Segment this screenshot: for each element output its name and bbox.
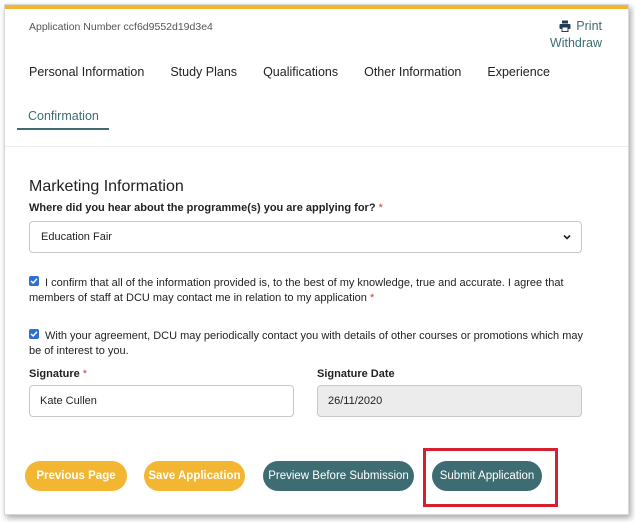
submit-highlight-box xyxy=(423,448,558,507)
tab-experience[interactable]: Experience xyxy=(487,65,550,79)
section-title: Marketing Information xyxy=(29,178,184,195)
previous-page-button[interactable]: Previous Page xyxy=(25,461,127,491)
application-window: Application Number ccf6d9552d19d3e4 Prin… xyxy=(4,4,629,515)
tab-study-plans[interactable]: Study Plans xyxy=(170,65,237,79)
confirm-accuracy-text: I confirm that all of the information pr… xyxy=(29,277,564,304)
tab-divider xyxy=(5,146,628,147)
top-accent-stripe xyxy=(5,5,628,9)
marketing-consent-row: With your agreement, DCU may periodicall… xyxy=(29,329,584,359)
required-asterisk: * xyxy=(369,292,375,304)
printer-icon xyxy=(559,20,571,32)
chevron-down-icon xyxy=(563,234,571,240)
tab-other-information[interactable]: Other Information xyxy=(364,65,461,79)
active-tab-indicator xyxy=(17,128,109,130)
preview-before-submission-button[interactable]: Preview Before Submission xyxy=(263,461,414,491)
marketing-question-label: Where did you hear about the programme(s… xyxy=(29,202,383,214)
tab-personal-information[interactable]: Personal Information xyxy=(29,65,144,79)
signature-date-input xyxy=(317,385,582,417)
signature-input[interactable] xyxy=(29,385,294,417)
tab-bar: Personal Information Study Plans Qualifi… xyxy=(29,65,576,79)
signature-label-text: Signature xyxy=(29,368,80,380)
tab-confirmation[interactable]: Confirmation xyxy=(28,109,99,123)
marketing-consent-text: With your agreement, DCU may periodicall… xyxy=(29,330,584,357)
checkmark-icon xyxy=(30,278,38,285)
required-asterisk: * xyxy=(378,202,383,214)
print-button[interactable]: Print xyxy=(559,19,602,33)
marketing-source-value: Education Fair xyxy=(41,231,112,243)
confirm-accuracy-row: I confirm that all of the information pr… xyxy=(29,276,584,306)
print-label: Print xyxy=(576,19,602,33)
save-application-button[interactable]: Save Application xyxy=(144,461,245,491)
application-number: Application Number ccf6d9552d19d3e4 xyxy=(29,21,213,33)
marketing-consent-checkbox[interactable] xyxy=(29,329,39,339)
signature-date-label: Signature Date xyxy=(317,368,395,380)
tab-qualifications[interactable]: Qualifications xyxy=(263,65,338,79)
confirm-accuracy-checkbox[interactable] xyxy=(29,276,39,286)
marketing-source-select[interactable]: Education Fair xyxy=(29,221,582,253)
withdraw-link[interactable]: Withdraw xyxy=(550,36,602,50)
required-asterisk: * xyxy=(82,368,88,380)
marketing-question-text: Where did you hear about the programme(s… xyxy=(29,202,376,214)
checkmark-icon xyxy=(30,331,38,338)
signature-label: Signature * xyxy=(29,368,87,380)
